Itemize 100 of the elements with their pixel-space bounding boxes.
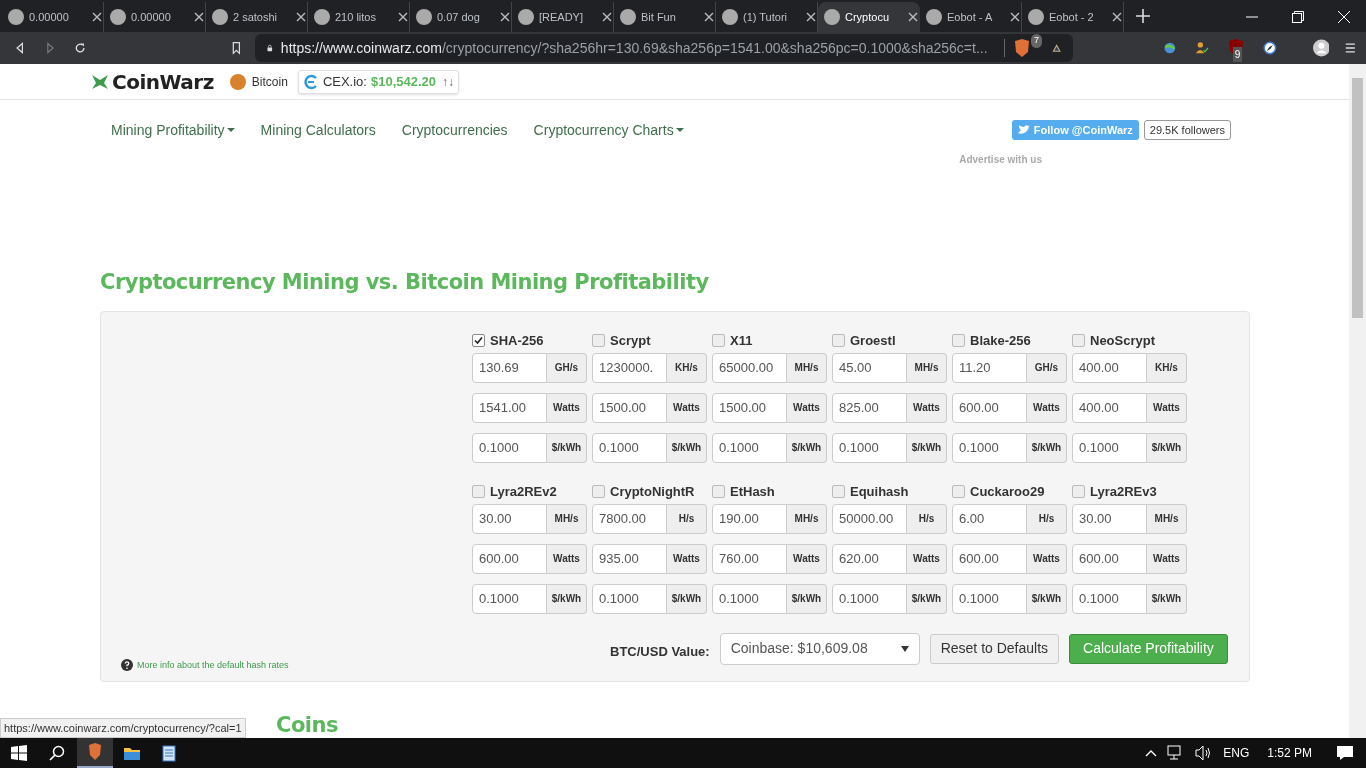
cost-field[interactable]: 0.1000 — [832, 583, 907, 614]
power-field[interactable]: 600.00 — [1072, 543, 1147, 574]
hashrate-field[interactable]: 6.00 — [952, 503, 1027, 534]
algorithm-checkbox[interactable] — [952, 485, 965, 498]
tab-title: (1) Tutori — [743, 9, 788, 25]
power-field[interactable]: 600.00 — [952, 392, 1027, 423]
menu-icon[interactable] — [1345, 41, 1356, 55]
nav-link[interactable]: Cryptocurrencies — [401, 119, 508, 141]
hashrate-field[interactable]: 45.00 — [832, 352, 907, 383]
tab-title: 2 satoshi — [233, 9, 279, 25]
address-bar[interactable]: https://www.coinwarz.com/cryptocurrency/?sha256hr=130.69&sha256p=1541.00&sha256pc=0.1000&sha256c=t... 7 — [255, 34, 1074, 62]
forward-icon[interactable] — [44, 40, 57, 56]
cost-field[interactable]: 0.1000 — [832, 432, 907, 463]
power-field[interactable]: 600.00 — [472, 543, 547, 574]
restore-icon[interactable] — [1292, 11, 1304, 23]
clock-text[interactable]: 1:52 PM — [1267, 744, 1312, 762]
cost-field[interactable]: 0.1000 — [1072, 583, 1147, 614]
bookmark-icon[interactable] — [230, 40, 242, 56]
close-icon[interactable] — [806, 12, 816, 22]
favicon-icon — [314, 9, 330, 25]
algorithm-checkbox[interactable] — [592, 485, 605, 498]
coin-label: Bitcoin — [251, 73, 288, 91]
close-icon[interactable] — [908, 12, 918, 22]
power-field[interactable]: 1500.00 — [592, 392, 667, 423]
cost-field[interactable]: 0.1000 — [592, 583, 667, 614]
chevron-up-icon[interactable] — [1145, 749, 1158, 757]
logo-text[interactable]: CoinWarz — [112, 66, 214, 97]
start-icon[interactable] — [11, 745, 27, 761]
power-field[interactable]: 760.00 — [712, 543, 787, 574]
hashrate-field[interactable]: 30.00 — [472, 503, 547, 534]
tab-title: [READY] — [539, 9, 584, 25]
cost-field[interactable]: 0.1000 — [952, 432, 1027, 463]
algorithm-checkbox[interactable] — [712, 334, 725, 347]
power-field[interactable]: 1541.00 — [472, 392, 547, 423]
algorithm-checkbox[interactable] — [952, 334, 965, 347]
power-field[interactable]: 400.00 — [1072, 392, 1147, 423]
close-icon[interactable] — [398, 12, 408, 22]
reset-button[interactable]: Reset to Defaults — [929, 633, 1060, 664]
unit-label: Watts — [907, 392, 947, 423]
power-field[interactable]: 620.00 — [832, 543, 907, 574]
algorithm-checkbox[interactable] — [1072, 334, 1085, 347]
cost-field[interactable]: 0.1000 — [1072, 432, 1147, 463]
hashrate-field[interactable]: 190.00 — [712, 503, 787, 534]
close-icon[interactable] — [1112, 12, 1122, 22]
close-icon[interactable] — [92, 12, 102, 22]
cost-field[interactable]: 0.1000 — [472, 432, 547, 463]
compass-icon[interactable] — [1262, 39, 1277, 57]
power-field[interactable]: 935.00 — [592, 543, 667, 574]
notification-icon[interactable] — [1336, 745, 1354, 761]
power-field[interactable]: 1500.00 — [712, 392, 787, 423]
close-icon[interactable] — [500, 12, 510, 22]
power-field[interactable]: 600.00 — [952, 543, 1027, 574]
hashrate-field[interactable]: 7800.00 — [592, 503, 667, 534]
hashrate-field[interactable]: 1230000. — [592, 352, 667, 383]
algorithm-checkbox[interactable] — [592, 334, 605, 347]
unit-label: MH/s — [787, 503, 827, 534]
taskbar-app[interactable] — [77, 738, 113, 768]
hashrate-field[interactable]: 65000.00 — [712, 352, 787, 383]
close-icon[interactable] — [704, 12, 714, 22]
cost-field[interactable]: 0.1000 — [952, 583, 1027, 614]
nav-link[interactable]: Cryptocurrency Charts — [533, 119, 684, 141]
cost-field[interactable]: 0.1000 — [712, 432, 787, 463]
algorithm-checkbox[interactable] — [472, 485, 485, 498]
notepad-icon[interactable] — [161, 744, 177, 762]
hashrate-field[interactable]: 130.69 — [472, 352, 547, 383]
exchange-dropdown[interactable]: Coinbase: $10,609.08 — [719, 632, 920, 665]
folder-icon[interactable] — [123, 745, 141, 761]
follower-count: 29.5K followers — [1143, 120, 1231, 140]
hashrate-field[interactable]: 30.00 — [1072, 503, 1147, 534]
algorithm-checkbox[interactable] — [712, 485, 725, 498]
hashrate-field[interactable]: 11.20 — [952, 352, 1027, 383]
search-icon[interactable] — [49, 745, 65, 761]
algorithm-label: Groestl — [850, 331, 896, 350]
algorithm-checkbox[interactable] — [832, 334, 845, 347]
cost-field[interactable]: 0.1000 — [472, 583, 547, 614]
unit-label: $/kWh — [1147, 583, 1187, 614]
nav-link[interactable]: Mining Calculators — [260, 119, 376, 141]
algorithm-checkbox[interactable] — [832, 485, 845, 498]
badge-count: 7 — [1031, 34, 1043, 48]
hashrate-field[interactable]: 50000.00 — [832, 503, 907, 534]
algorithm-checkbox[interactable] — [1072, 485, 1085, 498]
algorithm-checkbox[interactable] — [472, 334, 485, 347]
scrollbar-thumb[interactable] — [1352, 78, 1363, 318]
close-icon[interactable] — [602, 12, 612, 22]
language-indicator[interactable]: ENG — [1223, 744, 1250, 762]
cost-field[interactable]: 0.1000 — [592, 432, 667, 463]
browser-tab[interactable]: Cryptocu — [818, 2, 920, 32]
scrollbar[interactable] — [1349, 64, 1366, 738]
close-icon[interactable] — [296, 12, 306, 22]
nav-link[interactable]: Mining Profitability — [111, 119, 235, 141]
cost-field[interactable]: 0.1000 — [712, 583, 787, 614]
profile-avatar-icon[interactable] — [1312, 37, 1330, 59]
close-icon[interactable] — [194, 12, 204, 22]
tab-title: Cryptocu — [845, 9, 891, 25]
close-icon[interactable] — [1010, 12, 1020, 22]
unit-label: KH/s — [667, 352, 707, 383]
hashrate-field[interactable]: 400.00 — [1072, 352, 1147, 383]
unit-label: Watts — [547, 543, 587, 574]
new-tab-icon[interactable] — [1136, 9, 1150, 23]
power-field[interactable]: 825.00 — [832, 392, 907, 423]
